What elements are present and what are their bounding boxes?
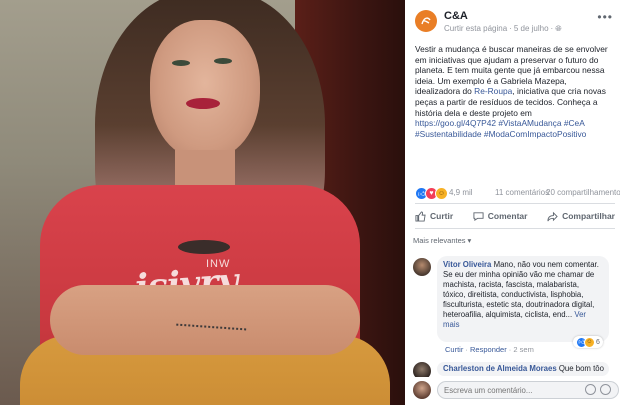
photo-eye-left — [172, 60, 190, 66]
user-avatar — [413, 381, 431, 399]
haha-reaction-icon: ☺ — [435, 187, 448, 200]
comment-reactions[interactable]: 👍︎ ☺ 6 — [573, 336, 603, 348]
comment-author[interactable]: Vitor Oliveira — [443, 260, 491, 269]
haha-reaction-icon: ☺ — [584, 336, 595, 348]
like-label: Curtir — [430, 211, 454, 221]
reaction-icons[interactable]: 👍︎ ♥ ☺ — [415, 187, 448, 200]
photo-lips — [186, 98, 220, 109]
page-name-link[interactable]: C&A — [444, 10, 468, 22]
share-button[interactable]: Compartilhar — [547, 207, 615, 225]
comment-bubble: Charleston de Almeida Moraes Que bom tôo — [437, 362, 609, 376]
post-meta: Curtir esta página · 5 de julho · 🌐︎ — [444, 24, 562, 33]
photo-eye-right — [214, 58, 232, 64]
brand-logo-icon — [421, 17, 431, 25]
divider — [415, 228, 615, 229]
comment-author[interactable]: Charleston de Almeida Moraes — [443, 364, 557, 373]
post-header: C&A Curtir esta página · 5 de julho · 🌐︎ ••• — [415, 8, 615, 36]
post-photo[interactable]: INW isivry — [0, 0, 405, 405]
photo-face — [150, 20, 260, 160]
commenter-avatar[interactable] — [413, 258, 431, 276]
post-url-link[interactable]: https://goo.gl/4Q7P42 — [415, 118, 496, 128]
post-text: Vestir a mudança é buscar maneiras de se… — [415, 44, 608, 139]
photo-arms — [50, 285, 360, 355]
reactions-bar: 👍︎ ♥ ☺ 4,9 mil 11 comentários 20 compart… — [415, 187, 620, 201]
page-avatar[interactable] — [415, 10, 437, 32]
comment-button[interactable]: Comentar — [473, 207, 528, 225]
emoji-icon[interactable] — [585, 384, 596, 395]
comment-sort-dropdown[interactable]: Mais relevantes ▾ — [413, 236, 471, 245]
follow-page-link[interactable]: Curtir esta página — [444, 24, 507, 33]
camera-icon[interactable] — [600, 384, 611, 395]
comment-text: Que bom tôo — [556, 364, 604, 373]
comment-bubble-icon — [473, 211, 484, 221]
more-options-button[interactable]: ••• — [597, 10, 613, 24]
sort-label: Mais relevantes — [413, 236, 466, 245]
chevron-down-icon: ▾ — [467, 236, 472, 245]
thumbs-up-icon — [415, 210, 426, 222]
post-date[interactable]: 5 de julho — [514, 24, 549, 33]
comments-count[interactable]: 11 comentários — [495, 188, 549, 197]
re-roupa-link[interactable]: Re-Roupa — [474, 86, 512, 96]
comment-time[interactable]: 2 sem — [513, 345, 533, 354]
reaction-count[interactable]: 4,9 mil — [449, 188, 473, 197]
comment-like-link[interactable]: Curtir — [445, 345, 463, 354]
globe-icon: 🌐︎ — [555, 24, 562, 33]
comment-composer — [411, 377, 619, 403]
share-arrow-icon — [547, 211, 558, 221]
divider — [415, 203, 615, 204]
comment-bubble: Vitor Oliveira Mano, não vou nem comenta… — [437, 256, 609, 342]
like-button[interactable]: Curtir — [415, 207, 453, 225]
share-label: Compartilhar — [562, 211, 615, 221]
post-actions: Curtir Comentar Compartilhar — [415, 207, 615, 225]
comment-actions: Curtir · Responder · 2 sem — [445, 345, 534, 354]
comment-label: Comentar — [487, 211, 528, 221]
photo-necklace — [178, 240, 230, 254]
composer-icons — [585, 384, 611, 395]
comment-reaction-count: 6 — [596, 338, 600, 346]
shares-count[interactable]: 20 compartilhamentos — [546, 188, 620, 197]
comment-reply-link[interactable]: Responder — [470, 345, 507, 354]
post-panel: C&A Curtir esta página · 5 de julho · 🌐︎ •••… — [405, 0, 620, 405]
